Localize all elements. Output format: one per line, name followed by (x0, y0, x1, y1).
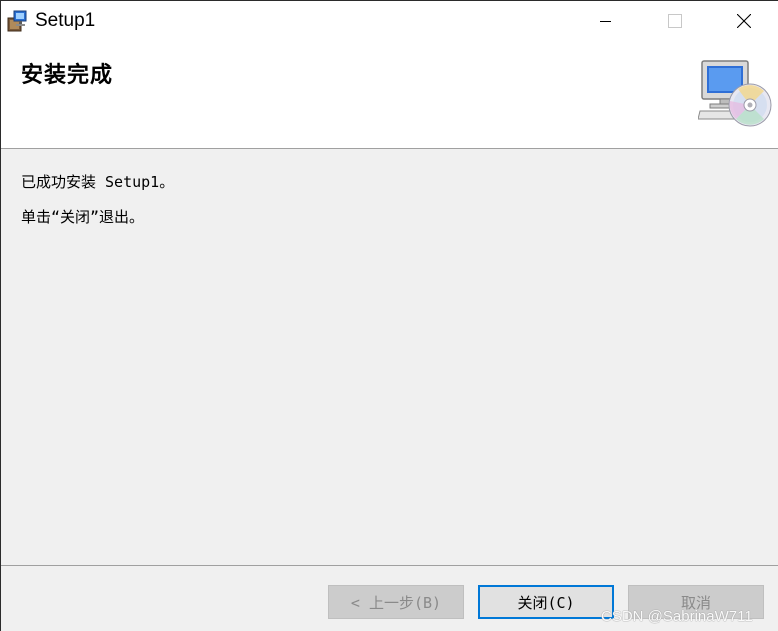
page-title: 安装完成 (21, 63, 114, 88)
minimize-icon (600, 21, 611, 22)
close-window-button[interactable] (709, 1, 778, 41)
setup-window: Setup1 安装完成 已成功安装 Setup1。 单击“关闭”退出。 < 上一… (0, 0, 778, 631)
maximize-button[interactable] (640, 1, 710, 41)
header-panel: 安装完成 (1, 41, 778, 149)
close-button[interactable]: 关闭(C) (478, 585, 614, 619)
close-icon (737, 14, 751, 28)
back-button[interactable]: < 上一步(B) (328, 585, 464, 619)
title-bar[interactable]: Setup1 (1, 1, 778, 41)
success-message: 已成功安装 Setup1。 (21, 173, 175, 191)
installer-icon (7, 10, 27, 32)
exit-instruction: 单击“关闭”退出。 (21, 208, 145, 226)
computer-cd-icon (698, 60, 772, 127)
minimize-button[interactable] (571, 1, 641, 41)
window-title: Setup1 (35, 10, 96, 31)
cancel-button[interactable]: 取消 (628, 585, 764, 619)
content-panel: 已成功安装 Setup1。 单击“关闭”退出。 (1, 149, 778, 565)
maximize-icon (668, 14, 682, 28)
button-bar: < 上一步(B) 关闭(C) 取消 CSDN @SabrinaW711 (1, 565, 778, 631)
